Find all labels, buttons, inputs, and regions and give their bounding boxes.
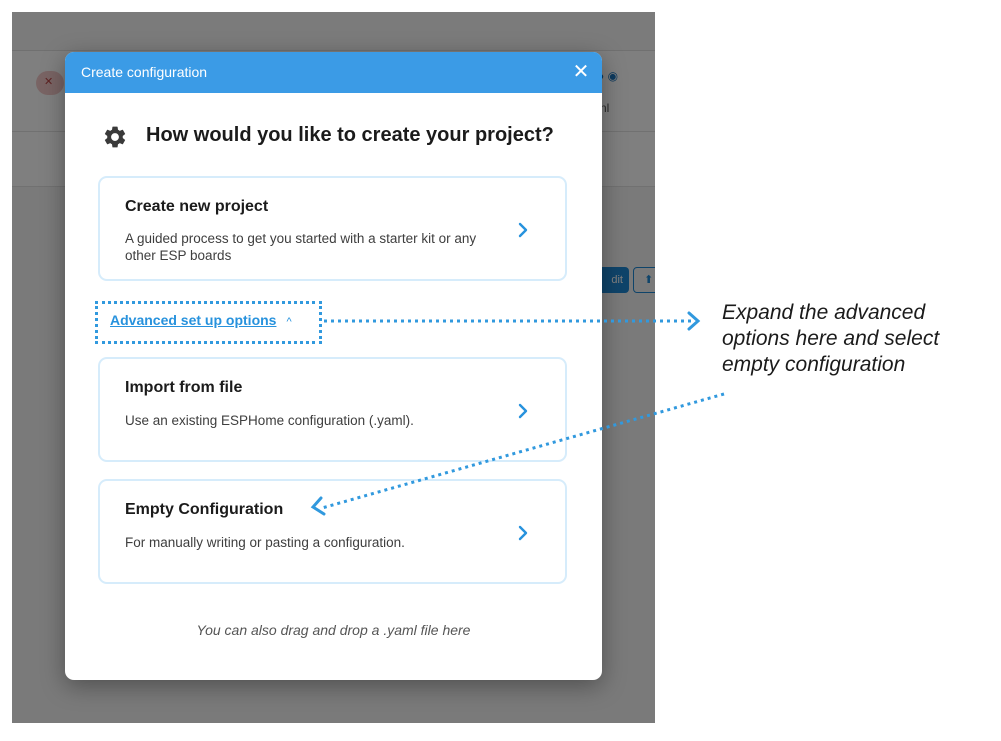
annotation-arrow-line-2 xyxy=(321,392,725,510)
annotation-text: Expand the advanced options here and sel… xyxy=(722,301,940,376)
annotation-arrowhead-2 xyxy=(310,496,326,516)
